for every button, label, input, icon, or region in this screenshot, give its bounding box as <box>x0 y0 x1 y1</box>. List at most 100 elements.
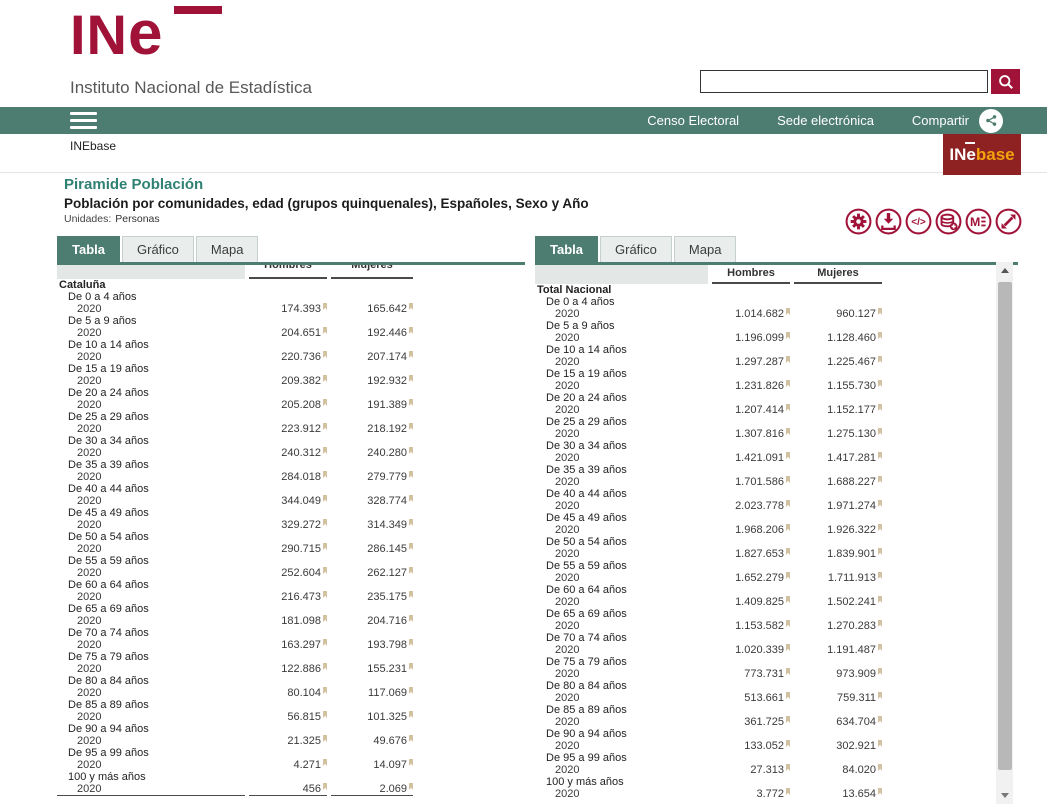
footnote-mark[interactable] <box>786 572 790 579</box>
nav-compartir[interactable]: Compartir <box>912 113 969 128</box>
tab-tabla[interactable]: Tabla <box>535 236 598 262</box>
footnote-mark[interactable] <box>878 356 882 363</box>
footnote-mark[interactable] <box>409 327 413 334</box>
footnote-mark[interactable] <box>786 716 790 723</box>
footnote-mark[interactable] <box>786 356 790 363</box>
footnote-mark[interactable] <box>323 495 327 502</box>
footnote-mark[interactable] <box>786 548 790 555</box>
footnote-mark[interactable] <box>409 567 413 574</box>
footnote-mark[interactable] <box>878 764 882 771</box>
footnote-mark[interactable] <box>786 452 790 459</box>
footnote-mark[interactable] <box>786 380 790 387</box>
database-add-icon[interactable] <box>935 208 962 235</box>
settings-icon[interactable] <box>845 208 872 235</box>
footnote-mark[interactable] <box>786 692 790 699</box>
footnote-mark[interactable] <box>323 471 327 478</box>
footnote-mark[interactable] <box>409 423 413 430</box>
footnote-mark[interactable] <box>786 308 790 315</box>
footnote-mark[interactable] <box>878 308 882 315</box>
footnote-mark[interactable] <box>409 543 413 550</box>
scrollbar-thumb[interactable] <box>998 282 1012 770</box>
footnote-mark[interactable] <box>878 380 882 387</box>
tab-grafico[interactable]: Gráfico <box>122 236 194 262</box>
footnote-mark[interactable] <box>786 332 790 339</box>
page-title[interactable]: Piramide Población <box>64 176 203 193</box>
footnote-mark[interactable] <box>409 711 413 718</box>
footnote-mark[interactable] <box>409 495 413 502</box>
footnote-mark[interactable] <box>878 740 882 747</box>
footnote-mark[interactable] <box>786 788 790 795</box>
inebase-logo[interactable]: INebase <box>943 134 1021 175</box>
search-input[interactable] <box>700 70 988 93</box>
footnote-mark[interactable] <box>323 519 327 526</box>
footnote-mark[interactable] <box>409 447 413 454</box>
footnote-mark[interactable] <box>323 567 327 574</box>
footnote-mark[interactable] <box>878 788 882 795</box>
footnote-mark[interactable] <box>786 428 790 435</box>
footnote-mark[interactable] <box>786 620 790 627</box>
footnote-mark[interactable] <box>878 572 882 579</box>
footnote-mark[interactable] <box>786 404 790 411</box>
footnote-mark[interactable] <box>409 399 413 406</box>
footnote-mark[interactable] <box>409 519 413 526</box>
footnote-mark[interactable] <box>323 303 327 310</box>
footnote-mark[interactable] <box>323 711 327 718</box>
code-export-icon[interactable]: </> <box>905 208 932 235</box>
footnote-mark[interactable] <box>323 375 327 382</box>
tab-tabla[interactable]: Tabla <box>57 236 120 262</box>
footnote-mark[interactable] <box>878 332 882 339</box>
search-button[interactable] <box>991 69 1020 94</box>
footnote-mark[interactable] <box>409 783 413 790</box>
footnote-mark[interactable] <box>323 399 327 406</box>
fullscreen-icon[interactable] <box>995 208 1022 235</box>
tab-grafico[interactable]: Gráfico <box>600 236 672 262</box>
nav-sede-electronica[interactable]: Sede electrónica <box>777 113 874 128</box>
footnote-mark[interactable] <box>323 759 327 766</box>
footnote-mark[interactable] <box>323 423 327 430</box>
footnote-mark[interactable] <box>878 692 882 699</box>
scrollbar[interactable] <box>996 262 1013 804</box>
footnote-mark[interactable] <box>878 452 882 459</box>
footnote-mark[interactable] <box>409 639 413 646</box>
footnote-mark[interactable] <box>409 375 413 382</box>
breadcrumb[interactable]: INEbase <box>70 139 116 153</box>
footnote-mark[interactable] <box>786 476 790 483</box>
footnote-mark[interactable] <box>878 668 882 675</box>
footnote-mark[interactable] <box>786 740 790 747</box>
footnote-mark[interactable] <box>409 615 413 622</box>
footnote-mark[interactable] <box>786 524 790 531</box>
footnote-mark[interactable] <box>409 303 413 310</box>
footnote-mark[interactable] <box>786 668 790 675</box>
footnote-mark[interactable] <box>323 591 327 598</box>
download-icon[interactable] <box>875 208 902 235</box>
nav-censo-electoral[interactable]: Censo Electoral <box>647 113 739 128</box>
footnote-mark[interactable] <box>878 500 882 507</box>
footnote-mark[interactable] <box>323 735 327 742</box>
footnote-mark[interactable] <box>323 327 327 334</box>
footnote-mark[interactable] <box>786 764 790 771</box>
footnote-mark[interactable] <box>409 759 413 766</box>
footnote-mark[interactable] <box>409 591 413 598</box>
footnote-mark[interactable] <box>409 687 413 694</box>
footnote-mark[interactable] <box>323 351 327 358</box>
footnote-mark[interactable] <box>878 716 882 723</box>
footnote-mark[interactable] <box>323 615 327 622</box>
footnote-mark[interactable] <box>878 596 882 603</box>
footnote-mark[interactable] <box>878 548 882 555</box>
tab-mapa[interactable]: Mapa <box>674 236 737 262</box>
footnote-mark[interactable] <box>878 404 882 411</box>
footnote-mark[interactable] <box>878 524 882 531</box>
ine-logo[interactable]: INe <box>70 4 162 65</box>
footnote-mark[interactable] <box>878 428 882 435</box>
footnote-mark[interactable] <box>323 447 327 454</box>
footnote-mark[interactable] <box>409 351 413 358</box>
scroll-down-arrow[interactable] <box>996 787 1013 804</box>
footnote-mark[interactable] <box>323 687 327 694</box>
footnote-mark[interactable] <box>878 476 882 483</box>
footnote-mark[interactable] <box>409 663 413 670</box>
footnote-mark[interactable] <box>323 663 327 670</box>
footnote-mark[interactable] <box>323 639 327 646</box>
footnote-mark[interactable] <box>323 783 327 790</box>
footnote-mark[interactable] <box>878 620 882 627</box>
footnote-mark[interactable] <box>878 644 882 651</box>
